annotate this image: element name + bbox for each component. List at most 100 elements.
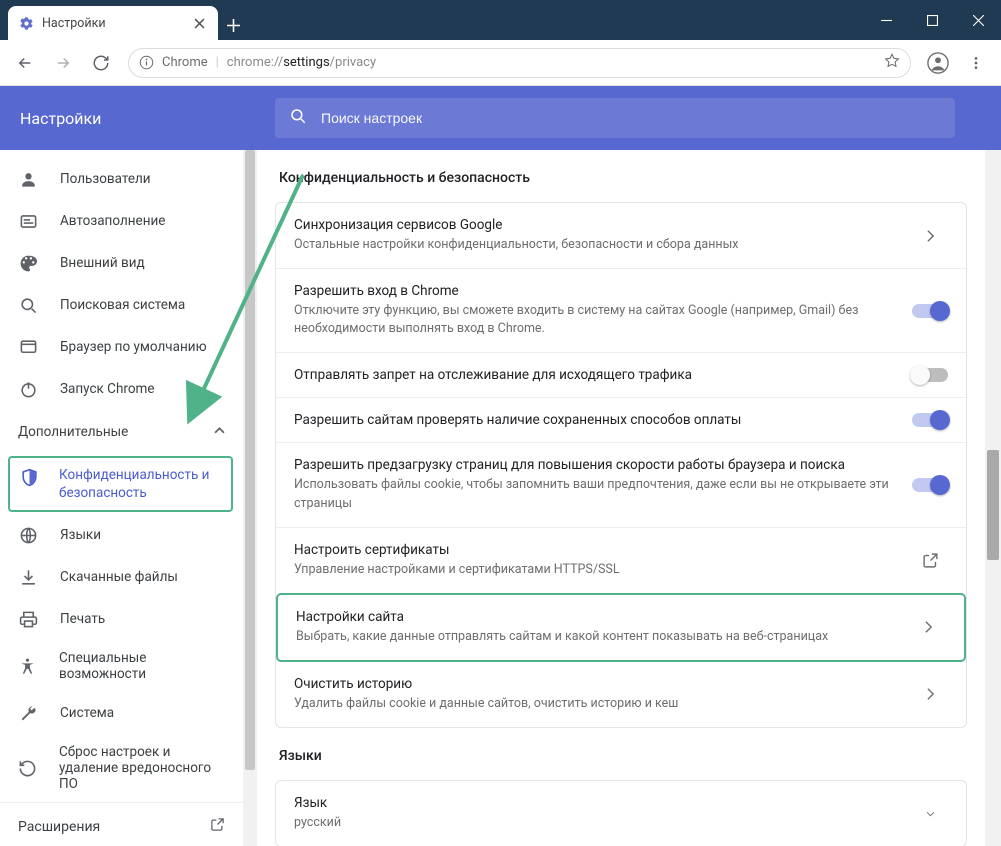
settings-card-languages: Язык русский — [275, 780, 967, 846]
page-title: Настройки — [0, 86, 257, 150]
sidebar-item-autofill[interactable]: Автозаполнение — [0, 200, 243, 242]
row-subtitle: Остальные настройки конфиденциальности, … — [294, 236, 896, 254]
row-language[interactable]: Язык русский — [276, 781, 966, 846]
sidebar-item-label: Скачанные файлы — [60, 569, 178, 585]
toggle-switch[interactable] — [912, 304, 948, 318]
reload-button[interactable] — [84, 46, 118, 80]
wrench-icon — [18, 704, 38, 723]
tab-strip: Настройки — [0, 0, 248, 40]
sidebar-item-label: Расширения — [18, 819, 100, 835]
site-info-icon[interactable] — [139, 55, 154, 70]
section-title-languages: Языки — [279, 748, 967, 764]
sidebar-item-label: Пользователи — [60, 171, 151, 187]
settings-search[interactable] — [275, 98, 955, 138]
close-window-button[interactable] — [955, 0, 1001, 40]
browser-icon — [18, 338, 38, 357]
section-title-privacy: Конфиденциальность и безопасность — [279, 170, 967, 186]
url-path: /privacy — [330, 55, 376, 70]
sidebar-item-printing[interactable]: Печать — [0, 598, 243, 640]
menu-button[interactable] — [959, 46, 993, 80]
sidebar-item-reset[interactable]: Сброс настроек и удаление вредоносного П… — [0, 734, 243, 802]
toggle-switch[interactable] — [912, 368, 948, 382]
scrollbar-thumb[interactable] — [245, 150, 255, 770]
row-do-not-track[interactable]: Отправлять запрет на отслеживание для ис… — [276, 352, 966, 397]
sidebar-item-default-browser[interactable]: Браузер по умолчанию — [0, 326, 243, 368]
row-title: Язык — [294, 795, 896, 811]
scrollbar-thumb[interactable] — [987, 450, 999, 560]
globe-icon — [18, 526, 38, 545]
settings-card-privacy: Синхронизация сервисов Google Остальные … — [275, 202, 967, 728]
toggle-switch[interactable] — [912, 413, 948, 427]
bookmark-icon[interactable] — [884, 53, 900, 73]
sidebar-item-languages[interactable]: Языки — [0, 514, 243, 556]
search-icon — [289, 107, 307, 129]
sidebar-item-label: Внешний вид — [60, 255, 145, 271]
new-tab-button[interactable] — [218, 10, 248, 40]
accessibility-icon — [18, 657, 37, 676]
url-label: Chrome — [162, 55, 208, 70]
sidebar-item-search-engine[interactable]: Поисковая система — [0, 284, 243, 326]
sidebar-advanced-toggle[interactable]: Дополнительные — [0, 410, 243, 454]
row-preload-pages[interactable]: Разрешить предзагрузку страниц для повыш… — [276, 442, 966, 526]
row-title: Разрешить вход в Chrome — [294, 283, 896, 299]
annotation-highlight-row: Настройки сайта Выбрать, какие данные от… — [276, 593, 966, 662]
restore-icon — [18, 759, 37, 778]
sidebar-item-label: Система — [60, 705, 114, 721]
chevron-right-icon — [912, 229, 948, 243]
window-titlebar: Настройки — [0, 0, 1001, 40]
row-title: Разрешить сайтам проверять наличие сохра… — [294, 412, 896, 428]
shield-icon — [20, 468, 39, 487]
row-subtitle: Управление настройками и сертификатами H… — [294, 561, 896, 579]
sidebar-item-label: Конфиденциальность и безопасность — [59, 466, 221, 502]
sidebar-item-extensions[interactable]: Расширения — [0, 802, 243, 846]
forward-button[interactable] — [46, 46, 80, 80]
open-in-new-icon — [912, 552, 948, 569]
back-button[interactable] — [8, 46, 42, 80]
chevron-up-icon — [214, 424, 225, 440]
row-clear-history[interactable]: Очистить историю Удалить файлы cookie и … — [276, 662, 966, 727]
download-icon — [18, 568, 38, 587]
row-subtitle: русский — [294, 814, 896, 832]
sidebar-item-label: Запуск Chrome — [60, 381, 155, 397]
annotation-highlight-sidebar: Конфиденциальность и безопасность — [8, 456, 233, 512]
profile-button[interactable] — [921, 46, 955, 80]
browser-tab[interactable]: Настройки — [8, 6, 218, 40]
toggle-switch[interactable] — [912, 478, 948, 492]
sidebar-item-label: Автозаполнение — [60, 213, 165, 229]
row-subtitle: Выбрать, какие данные отправлять сайтам … — [296, 628, 894, 646]
row-manage-certificates[interactable]: Настроить сертификаты Управление настрой… — [276, 527, 966, 593]
sidebar-item-on-startup[interactable]: Запуск Chrome — [0, 368, 243, 410]
browser-toolbar: Chrome | chrome://settings/privacy — [0, 40, 1001, 86]
sidebar-item-downloads[interactable]: Скачанные файлы — [0, 556, 243, 598]
chevron-down-icon — [912, 807, 948, 821]
maximize-button[interactable] — [909, 0, 955, 40]
close-icon[interactable] — [190, 14, 208, 32]
sidebar-scrollbar[interactable] — [243, 150, 257, 846]
search-input[interactable] — [321, 110, 941, 126]
main-scrollbar[interactable] — [985, 150, 1001, 846]
row-allow-chrome-signin[interactable]: Разрешить вход в Chrome Отключите эту фу… — [276, 268, 966, 352]
chevron-right-icon — [912, 687, 948, 701]
minimize-button[interactable] — [863, 0, 909, 40]
sidebar-item-appearance[interactable]: Внешний вид — [0, 242, 243, 284]
gear-icon — [18, 15, 34, 31]
power-icon — [18, 380, 38, 399]
sidebar-item-label: Поисковая система — [60, 297, 185, 313]
search-icon — [18, 296, 38, 315]
row-title: Разрешить предзагрузку страниц для повыш… — [294, 457, 896, 473]
sidebar: Пользователи Автозаполнение Внешний вид … — [0, 150, 243, 846]
sidebar-item-system[interactable]: Система — [0, 692, 243, 734]
sidebar-item-accessibility[interactable]: Специальные возможности — [0, 640, 243, 692]
row-site-settings[interactable]: Настройки сайта Выбрать, какие данные от… — [278, 595, 964, 660]
row-subtitle: Удалить файлы cookie и данные сайтов, оч… — [294, 695, 896, 713]
tab-title: Настройки — [42, 16, 182, 31]
sidebar-item-label: Специальные возможности — [59, 650, 225, 682]
row-subtitle: Отключите эту функцию, вы сможете входит… — [294, 302, 896, 338]
sidebar-item-privacy[interactable]: Конфиденциальность и безопасность — [10, 458, 231, 510]
sidebar-item-users[interactable]: Пользователи — [0, 158, 243, 200]
address-bar[interactable]: Chrome | chrome://settings/privacy — [128, 48, 911, 78]
open-in-new-icon — [210, 817, 225, 836]
row-sync-google[interactable]: Синхронизация сервисов Google Остальные … — [276, 203, 966, 268]
row-payment-methods-check[interactable]: Разрешить сайтам проверять наличие сохра… — [276, 397, 966, 442]
row-title: Синхронизация сервисов Google — [294, 217, 896, 233]
